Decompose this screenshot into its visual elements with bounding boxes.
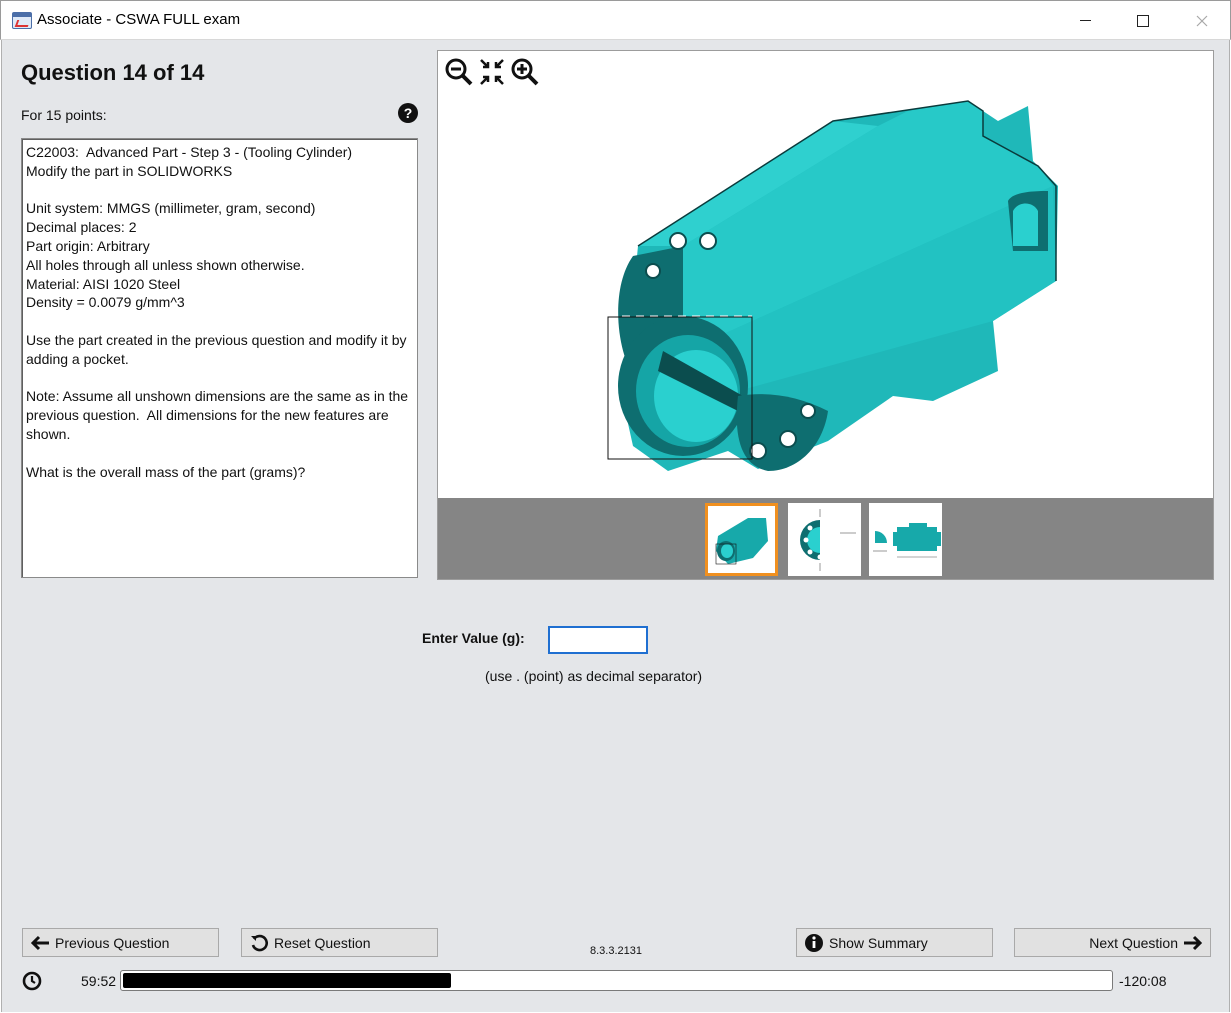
clock-icon <box>22 971 42 991</box>
minimize-button[interactable] <box>1056 1 1114 40</box>
thumbnail-1[interactable] <box>705 503 778 576</box>
version-label: 8.3.3.2131 <box>590 945 642 957</box>
window-title: Associate - CSWA FULL exam <box>37 11 241 28</box>
reset-question-label: Reset Question <box>274 934 371 951</box>
next-question-label: Next Question <box>1089 934 1178 951</box>
tooling-cylinder-image <box>607 100 1058 471</box>
info-icon <box>803 932 825 954</box>
question-text-box[interactable]: C22003: Advanced Part - Step 3 - (Toolin… <box>21 138 418 578</box>
part-thumbnail <box>715 518 768 565</box>
close-icon <box>1196 15 1208 26</box>
thumbnail-2[interactable] <box>788 503 861 576</box>
zoom-toolbar <box>444 57 540 87</box>
zoom-out-icon[interactable] <box>444 57 474 87</box>
thumbnail-strip <box>438 498 1213 579</box>
fit-icon[interactable] <box>478 57 506 87</box>
close-button[interactable] <box>1173 1 1231 40</box>
previous-question-label: Previous Question <box>55 934 170 951</box>
question-title: Question 14 of 14 <box>21 60 205 85</box>
time-progress-fill <box>123 973 451 988</box>
time-progress-bar <box>120 970 1113 991</box>
reset-question-button[interactable]: Reset Question <box>241 928 438 957</box>
exam-client-area: Question 14 of 14 For 15 points: ? C2200… <box>1 40 1230 1012</box>
window-titlebar: Associate - CSWA FULL exam <box>0 0 1231 40</box>
front-view-thumbnail <box>873 523 941 558</box>
answer-label: Enter Value (g): <box>422 630 525 646</box>
next-question-button[interactable]: Next Question <box>1014 928 1211 957</box>
arrow-right-icon <box>1182 932 1204 954</box>
show-summary-button[interactable]: Show Summary <box>796 928 993 957</box>
decimal-hint: (use . (point) as decimal separator) <box>485 668 703 684</box>
previous-question-button[interactable]: Previous Question <box>22 928 219 957</box>
question-text: C22003: Advanced Part - Step 3 - (Toolin… <box>26 144 409 480</box>
reset-icon <box>248 932 270 954</box>
thumbnail-3[interactable] <box>869 503 942 576</box>
arrow-left-icon <box>29 932 51 954</box>
section-view-thumbnail <box>800 509 856 571</box>
image-viewer <box>437 50 1214 580</box>
maximize-button[interactable] <box>1114 1 1172 40</box>
remaining-time: -120:08 <box>1119 973 1167 989</box>
question-points: For 15 points: <box>21 107 107 123</box>
part-image[interactable] <box>438 51 1213 498</box>
question-circle-icon[interactable]: ? <box>398 103 418 123</box>
app-icon <box>12 12 32 29</box>
elapsed-time: 59:52 <box>81 973 117 989</box>
answer-input[interactable] <box>548 626 648 654</box>
zoom-in-icon[interactable] <box>510 57 540 87</box>
show-summary-label: Show Summary <box>829 934 928 951</box>
